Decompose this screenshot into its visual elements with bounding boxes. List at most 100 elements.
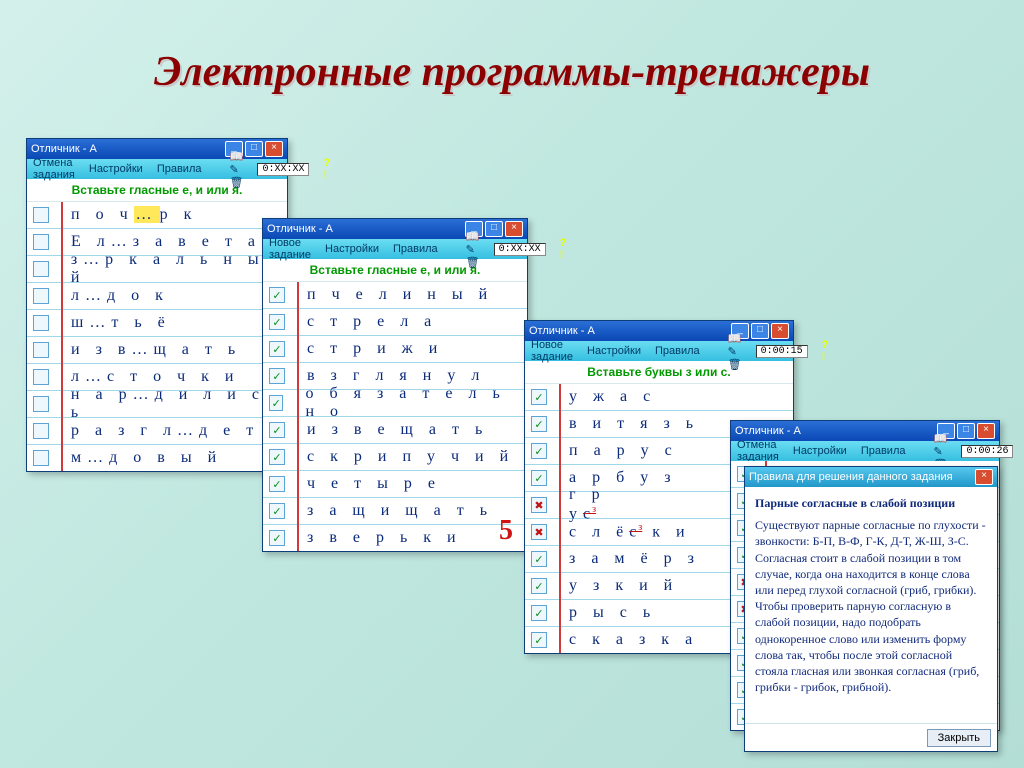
result-checkbox[interactable] (269, 368, 285, 384)
word[interactable]: п а р у с (557, 442, 678, 460)
answer-row: с т р и ж и (263, 336, 527, 363)
result-checkbox[interactable] (531, 524, 547, 540)
answer-row: ч е т ы р е (263, 471, 527, 498)
result-checkbox[interactable] (531, 389, 547, 405)
result-checkbox[interactable] (33, 261, 49, 277)
maximize-icon[interactable]: □ (485, 221, 503, 237)
task-prompt: Вставьте гласные е, и или я. (27, 179, 287, 202)
word[interactable]: р а з г л…д е т ь (59, 422, 283, 440)
result-checkbox[interactable] (531, 443, 547, 459)
word[interactable]: в и т я з ь (557, 415, 699, 433)
menu-cancel-task[interactable]: Отмена задания (33, 157, 75, 181)
result-checkbox[interactable] (33, 369, 49, 385)
close-icon[interactable]: × (265, 141, 283, 157)
result-checkbox[interactable] (33, 315, 49, 331)
word[interactable]: р ы с ь (557, 604, 656, 622)
menu-rules[interactable]: Правила (157, 163, 202, 175)
result-checkbox[interactable] (531, 497, 547, 513)
rules-popup: Правила для решения данного задания × Па… (744, 466, 998, 752)
result-checkbox[interactable] (531, 578, 547, 594)
result-checkbox[interactable] (33, 288, 49, 304)
maximize-icon[interactable]: □ (957, 423, 975, 439)
menu-new-task[interactable]: Новое задание (531, 339, 573, 363)
menu-rules[interactable]: Правила (655, 345, 700, 357)
answer-row: л…д о к (27, 283, 287, 310)
word[interactable]: с к а з к а (557, 631, 698, 649)
word[interactable]: з…р к а л ь н ы й (59, 251, 287, 287)
menu-settings[interactable]: Настройки (587, 345, 641, 357)
titlebar[interactable]: Отличник - A _ □ × (525, 321, 793, 341)
close-icon[interactable]: × (977, 423, 995, 439)
rules-titlebar[interactable]: Правила для решения данного задания × (745, 467, 997, 487)
result-checkbox[interactable] (269, 341, 285, 357)
result-checkbox[interactable] (531, 470, 547, 486)
task-prompt: Вставьте гласные е, и или я. (263, 259, 527, 282)
help-icons[interactable]: ? ! (323, 157, 332, 181)
maximize-icon[interactable]: □ (245, 141, 263, 157)
help-icons[interactable]: ? ! (822, 339, 831, 363)
word[interactable]: о б я з а т е л ь н о (293, 385, 527, 421)
result-checkbox[interactable] (33, 423, 49, 439)
word[interactable]: у ж а с (557, 388, 656, 406)
result-checkbox[interactable] (269, 287, 285, 303)
titlebar[interactable]: Отличник - A _ □ × (263, 219, 527, 239)
titlebar[interactable]: Отличник - A _ □ × (27, 139, 287, 159)
result-checkbox[interactable] (269, 395, 283, 411)
window-title: Отличник - A (267, 223, 463, 235)
word[interactable]: п ч е л и н ы й (295, 286, 493, 304)
menu-settings[interactable]: Настройки (793, 445, 847, 457)
word[interactable]: ш…т ь ё (59, 314, 171, 332)
answer-row: у ж а с (525, 384, 793, 411)
menu-rules[interactable]: Правила (393, 243, 438, 255)
word[interactable]: и з в е щ а т ь (295, 421, 488, 439)
result-checkbox[interactable] (33, 234, 49, 250)
result-checkbox[interactable] (531, 605, 547, 621)
word[interactable]: з а щ и щ а т ь (295, 502, 493, 520)
maximize-icon[interactable]: □ (751, 323, 769, 339)
help-icons[interactable]: ? ! (560, 237, 569, 261)
result-checkbox[interactable] (33, 207, 49, 223)
word[interactable]: Е л…з а в е т а (59, 233, 261, 251)
menu-settings[interactable]: Настройки (325, 243, 379, 255)
menu-rules[interactable]: Правила (861, 445, 906, 457)
close-icon[interactable]: × (771, 323, 789, 339)
word[interactable]: в з г л я н у л (295, 367, 485, 385)
result-checkbox[interactable] (531, 551, 547, 567)
result-checkbox[interactable] (269, 476, 285, 492)
word[interactable]: з в е р ь к и (295, 529, 462, 547)
word[interactable]: с т р и ж и (295, 340, 443, 358)
word[interactable]: у з к и й (557, 577, 678, 595)
result-checkbox[interactable] (33, 342, 49, 358)
word[interactable]: с л ёсз к и (557, 522, 691, 541)
word[interactable]: а р б у з (557, 469, 677, 487)
word[interactable]: л…д о к (59, 287, 169, 305)
menu-settings[interactable]: Настройки (89, 163, 143, 175)
result-checkbox[interactable] (269, 449, 285, 465)
result-checkbox[interactable] (269, 422, 285, 438)
close-button[interactable]: Закрыть (927, 729, 991, 747)
result-checkbox[interactable] (269, 503, 285, 519)
result-checkbox[interactable] (33, 450, 49, 466)
word[interactable]: г р усз (557, 486, 643, 523)
word[interactable]: з а м ё р з (557, 550, 700, 568)
word[interactable]: и з в…щ а т ь (59, 341, 241, 359)
result-checkbox[interactable] (269, 314, 285, 330)
result-checkbox[interactable] (531, 632, 547, 648)
result-checkbox[interactable] (33, 396, 49, 412)
word[interactable]: п о ч…р к (59, 206, 197, 224)
word[interactable]: л…с т о ч к и (59, 368, 239, 386)
trainer-window-2: Отличник - A _ □ × Новое задание Настрой… (262, 218, 528, 552)
word[interactable]: м…д о в ы й (59, 449, 222, 467)
result-checkbox[interactable] (531, 416, 547, 432)
result-checkbox[interactable] (269, 530, 285, 546)
titlebar[interactable]: Отличник - A _ □ × (731, 421, 999, 441)
word[interactable]: ч е т ы р е (295, 475, 441, 493)
menu-new-task[interactable]: Новое задание (269, 237, 311, 261)
word[interactable]: с т р е л а (295, 313, 437, 331)
answer-row: ш…т ь ё (27, 310, 287, 337)
word[interactable]: н а р…д и л и с ь (59, 386, 287, 422)
close-icon[interactable]: × (505, 221, 523, 237)
close-icon[interactable]: × (975, 469, 993, 485)
word[interactable]: с к р и п у ч и й (295, 448, 514, 466)
menu-cancel-task[interactable]: Отмена задания (737, 439, 779, 463)
